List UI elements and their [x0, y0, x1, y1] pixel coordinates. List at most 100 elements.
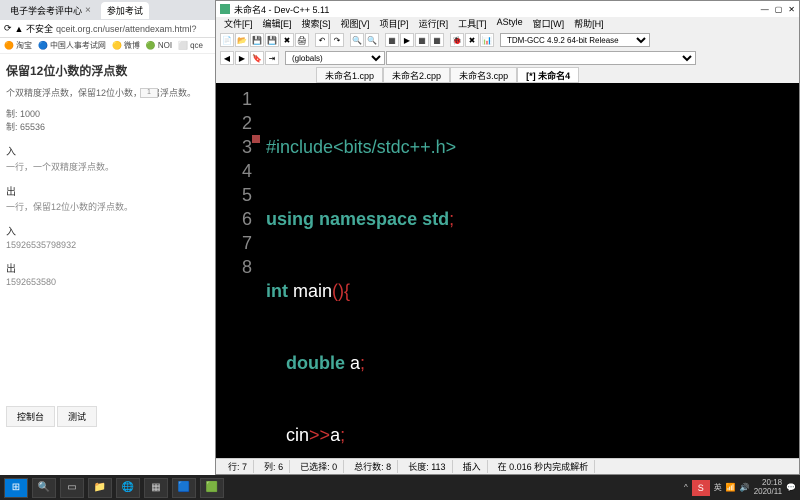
sample-in: 15926535798932 [6, 240, 209, 250]
close-icon[interactable]: ✕ [788, 5, 795, 14]
print-icon[interactable]: 🖨 [295, 33, 309, 47]
compile-icon[interactable]: ▦ [385, 33, 399, 47]
saveall-icon[interactable]: 💾 [265, 33, 279, 47]
browser-pane: 电子学会考评中心× 参加考试 ⟳ ▲ 不安全 qceit.org.cn/user… [0, 0, 215, 475]
symbol-select[interactable] [386, 51, 696, 65]
statusbar: 行: 7 列: 6 已选择: 0 总行数: 8 长度: 113 插入 在 0.0… [216, 458, 799, 474]
console-tabs: 控制台 测试 [6, 406, 97, 427]
taskbar-devcpp-icon[interactable]: 🟩 [200, 478, 224, 498]
console-tab[interactable]: 控制台 [6, 406, 55, 427]
sample-out: 1592653580 [6, 277, 209, 287]
rebuild-icon[interactable]: ▦ [430, 33, 444, 47]
bookmark-icon[interactable]: 🔖 [250, 51, 264, 65]
fold-marker-icon[interactable] [252, 135, 260, 143]
bookmark[interactable]: ⬜qce [178, 41, 203, 50]
problem-description: 个双精度浮点数，保留12位小数，输出浮点数。 [6, 87, 209, 101]
input-section: 入 [6, 143, 209, 158]
status-mode: 插入 [457, 460, 488, 473]
tray-chevron-icon[interactable]: ^ [684, 483, 688, 492]
status-len: 长度: 113 [402, 460, 452, 473]
run-icon[interactable]: ▶ [400, 33, 414, 47]
redo-icon[interactable]: ↷ [330, 33, 344, 47]
close-file-icon[interactable]: ✖ [280, 33, 294, 47]
status-parse: 在 0.016 秒内完成解析 [492, 460, 596, 473]
menu-astyle[interactable]: AStyle [493, 17, 527, 31]
taskbar-folder-icon[interactable]: 📁 [88, 478, 112, 498]
code-lines[interactable]: #include<bits/stdc++.h> using namespace … [260, 83, 462, 458]
menu-edit[interactable]: 编辑[E] [259, 17, 296, 31]
problem-panel: 保留12位小数的浮点数 个双精度浮点数，保留12位小数，输出浮点数。 制: 10… [0, 54, 215, 301]
minimize-icon[interactable]: — [761, 5, 769, 14]
taskbar-app-icon[interactable]: 🟦 [172, 478, 196, 498]
undo-icon[interactable]: ↶ [315, 33, 329, 47]
file-tab-active[interactable]: [*] 未命名4 [517, 67, 579, 83]
sample-out-label: 出 [6, 260, 209, 275]
taskview-icon[interactable]: ▭ [60, 478, 84, 498]
taskbar-app-icon[interactable]: ▦ [144, 478, 168, 498]
menu-tools[interactable]: 工具[T] [454, 17, 491, 31]
menubar: 文件[F] 编辑[E] 搜索[S] 视图[V] 项目[P] 运行[R] 工具[T… [216, 17, 799, 31]
app-icon [220, 4, 230, 14]
stop-icon[interactable]: ✖ [465, 33, 479, 47]
reload-icon[interactable]: ⟳ [4, 23, 12, 34]
problem-title: 保留12位小数的浮点数 [6, 62, 209, 79]
problem-limits: 制: 1000 制: 65536 [6, 107, 209, 133]
sample-in-label: 入 [6, 223, 209, 238]
compile-run-icon[interactable]: ▦ [415, 33, 429, 47]
start-button[interactable]: ⊞ [4, 478, 28, 498]
toolbar-area: 📄 📂 💾 💾 ✖ 🖨 ↶ ↷ 🔍 🔍 ▦ ▶ ▦ ▦ 🐞 ✖ 📊 TDM-GC… [216, 31, 799, 67]
bookmark[interactable]: 🟢NOI [146, 41, 172, 50]
file-tab[interactable]: 未命名3.cpp [450, 67, 517, 83]
console-tab[interactable]: 测试 [57, 406, 97, 427]
titlebar[interactable]: 未命名4 - Dev-C++ 5.11 — ▢ ✕ [216, 1, 799, 17]
save-icon[interactable]: 💾 [250, 33, 264, 47]
status-sel: 已选择: 0 [294, 460, 344, 473]
file-tab[interactable]: 未命名1.cpp [316, 67, 383, 83]
compiler-select[interactable]: TDM-GCC 4.9.2 64-bit Release [500, 33, 650, 47]
file-tab[interactable]: 未命名2.cpp [383, 67, 450, 83]
browser-tab-active[interactable]: 参加考试 [101, 2, 149, 19]
address-bar[interactable]: ⟳ ▲ 不安全 qceit.org.cn/user/attendexam.htm… [0, 20, 215, 38]
menu-window[interactable]: 窗口[W] [529, 17, 569, 31]
ime-lang[interactable]: 英 [714, 482, 722, 493]
line-badge: 1 [140, 88, 158, 98]
new-icon[interactable]: 📄 [220, 33, 234, 47]
goto-icon[interactable]: ⇥ [265, 51, 279, 65]
maximize-icon[interactable]: ▢ [775, 5, 783, 14]
menu-run[interactable]: 运行[R] [415, 17, 453, 31]
menu-view[interactable]: 视图[V] [337, 17, 374, 31]
back-icon[interactable]: ◀ [220, 51, 234, 65]
status-col: 列: 6 [258, 460, 290, 473]
menu-help[interactable]: 帮助[H] [570, 17, 608, 31]
network-icon[interactable]: 📶 [726, 483, 736, 492]
bookmark[interactable]: 🟠淘宝 [4, 40, 32, 51]
menu-project[interactable]: 项目[P] [376, 17, 413, 31]
taskbar: ⊞ 🔍 ▭ 📁 🌐 ▦ 🟦 🟩 ^ S 英 📶 🔊 20:18 2020/11 … [0, 475, 800, 500]
find-icon[interactable]: 🔍 [350, 33, 364, 47]
globals-select[interactable]: (globals) [285, 51, 385, 65]
output-section: 出 [6, 183, 209, 198]
file-tabs: 未命名1.cpp 未命名2.cpp 未命名3.cpp [*] 未命名4 [216, 67, 799, 83]
devcpp-window: 未命名4 - Dev-C++ 5.11 — ▢ ✕ 文件[F] 编辑[E] 搜索… [215, 0, 800, 475]
taskbar-browser-icon[interactable]: 🌐 [116, 478, 140, 498]
ime-icon[interactable]: S [692, 480, 710, 496]
profile-icon[interactable]: 📊 [480, 33, 494, 47]
bookmarks-bar: 🟠淘宝 🔵中国人事考试网 🟡微博 🟢NOI ⬜qce [0, 38, 215, 54]
bookmark[interactable]: 🔵中国人事考试网 [38, 40, 106, 51]
browser-tab[interactable]: 电子学会考评中心× [4, 2, 97, 19]
menu-search[interactable]: 搜索[S] [298, 17, 335, 31]
replace-icon[interactable]: 🔍 [365, 33, 379, 47]
notifications-icon[interactable]: 💬 [786, 483, 796, 492]
open-icon[interactable]: 📂 [235, 33, 249, 47]
code-editor[interactable]: 1 2 3 4 5 6 7 8 #include<bits/stdc++.h> … [216, 83, 799, 458]
bookmark[interactable]: 🟡微博 [112, 40, 140, 51]
menu-file[interactable]: 文件[F] [220, 17, 257, 31]
volume-icon[interactable]: 🔊 [740, 483, 750, 492]
security-warning: ▲ 不安全 [15, 22, 53, 35]
status-total: 总行数: 8 [348, 460, 398, 473]
close-icon[interactable]: × [85, 5, 91, 16]
debug-icon[interactable]: 🐞 [450, 33, 464, 47]
search-icon[interactable]: 🔍 [32, 478, 56, 498]
fwd-icon[interactable]: ▶ [235, 51, 249, 65]
clock[interactable]: 20:18 2020/11 [754, 479, 782, 497]
